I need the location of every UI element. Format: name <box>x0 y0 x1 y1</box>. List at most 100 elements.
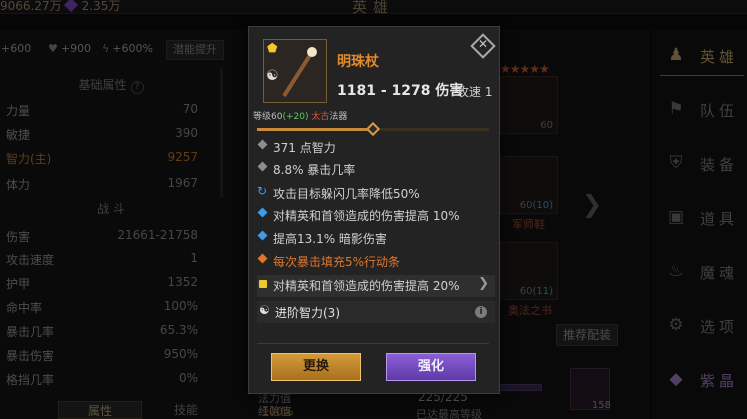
close-icon: ✕ <box>477 37 489 51</box>
stat-value: 390 <box>175 126 198 140</box>
stat-value: 1 <box>190 251 198 265</box>
gear-slot-boots[interactable]: 60(10) <box>500 156 558 214</box>
gear-slot-armor[interactable]: 60 <box>500 76 558 134</box>
info-icon[interactable]: i <box>475 306 487 318</box>
upgrade-progress <box>257 121 489 137</box>
stat-label: 护甲 <box>6 277 31 291</box>
stat-value: 1967 <box>167 176 198 190</box>
nav-item-options[interactable]: ⚙ 选项 <box>652 306 747 346</box>
nav-item-hero[interactable]: ♟ 英雄 <box>652 36 747 76</box>
help-icon[interactable]: ? <box>130 81 144 94</box>
attack-speed: 攻速 1 <box>457 85 493 99</box>
affix-text: 每次暴击填充5%行动条 <box>273 255 401 269</box>
nav-label: 魔魂 <box>700 264 739 282</box>
slot-level: 60(10) <box>520 200 553 211</box>
stat-value: 1352 <box>167 275 198 289</box>
affix-text: 371 点智力 <box>273 141 336 155</box>
currency-display: 9066.27万 2.35万 <box>0 0 120 14</box>
legendary-affix-row[interactable]: 对精英和首领造成的伤害提高 20% ❯ <box>257 275 495 297</box>
nav-label: 紫晶 <box>700 372 739 390</box>
stat-label: 格挡几率 <box>6 373 55 387</box>
item-name: 明珠杖 <box>337 54 379 70</box>
item-tier: 太古 <box>311 112 330 122</box>
buff-value: +600% <box>112 42 153 55</box>
gear-slot-book[interactable]: 60(11) <box>500 242 558 300</box>
slot-level-value: 60 <box>540 120 553 131</box>
affix-text: 8.8% 暴击几率 <box>273 163 356 177</box>
buff-row: +600 ♥ +900 ϟ +600% 潜能提升 <box>0 40 232 60</box>
stat-value: 21661-21758 <box>117 228 198 242</box>
affix-text: 提高13.1% 暗影伤害 <box>273 232 387 246</box>
slot-level: 60(11) <box>520 286 553 297</box>
nav-item-team[interactable]: ⚑ 队伍 <box>652 90 747 130</box>
slot-level: 60 <box>540 120 553 131</box>
slot-name-boots: 军师鞋 <box>512 218 545 231</box>
stats-scrollbar[interactable] <box>220 68 223 198</box>
tab-attributes[interactable]: 属性 <box>58 401 142 419</box>
nav-item-equipment[interactable]: ⛨ 装备 <box>652 144 747 184</box>
buff-value: +900 <box>60 42 92 55</box>
exp-book-item[interactable]: 158 <box>570 368 611 411</box>
swap-button[interactable]: 更换 <box>271 353 361 381</box>
nav-item-crystal[interactable]: ◆ 紫晶 <box>652 360 747 400</box>
enhance-button[interactable]: 强化 <box>386 353 476 381</box>
slot-level-value: 60 <box>519 286 533 297</box>
affix-text: 对精英和首领造成的伤害提高 20% <box>273 279 460 293</box>
stat-value: 0% <box>178 371 198 385</box>
item-detail-popup: ⬟ ☯ 明珠杖 ✕ 1181 - 1278 伤害 攻速 1 等级60(+20) … <box>248 26 500 394</box>
affix-line: 8.8% 暴击几率 <box>257 159 495 181</box>
gold-amount: 9066.27万 <box>0 0 62 13</box>
advance-row[interactable]: ☯ 进阶智力(3) i <box>257 301 495 323</box>
helmet-icon: ⛨ <box>669 153 683 173</box>
stat-value: 65.3% <box>159 323 198 337</box>
next-arrow-icon[interactable]: ❯ <box>582 190 602 218</box>
team-icon: ⚑ <box>668 99 684 119</box>
lightning-icon: ϟ <box>102 42 110 55</box>
divider <box>257 343 489 344</box>
affix-line: 对精英和首领造成的伤害提高 10% <box>257 205 495 227</box>
heart-icon: ♥ <box>48 42 58 55</box>
stat-label: 敏捷 <box>6 128 31 142</box>
tab-skills[interactable]: 技能 <box>144 401 228 419</box>
nav-label: 队伍 <box>700 102 739 120</box>
slot-name-book: 奥法之书 <box>508 304 552 317</box>
items-icon: ▣ <box>667 207 685 227</box>
hero-icon: ♟ <box>668 45 684 65</box>
stat-label: 暴击伤害 <box>6 349 55 363</box>
progress-marker-icon <box>365 121 381 137</box>
close-button[interactable]: ✕ <box>470 33 496 59</box>
stat-row: 暴击伤害 950% <box>6 345 198 365</box>
item-level-line: 等级60(+20) 太古法器 <box>253 109 347 122</box>
affix-line-reroll: ↻ 攻击目标躲闪几率降低50% <box>257 183 495 205</box>
rarity-stars: ★★★★★ <box>500 62 550 76</box>
stat-row: 护甲 1352 <box>6 273 198 293</box>
buff-health: ♥ +900 <box>48 42 91 55</box>
stat-value: 100% <box>163 299 198 313</box>
crystal-icon: ◆ <box>669 369 683 389</box>
stat-row: 力量 70 <box>6 100 198 120</box>
stat-row: 暴击几率 65.3% <box>6 321 198 341</box>
yinyang-icon: ☯ <box>266 68 279 84</box>
affix-bullet-icon <box>257 161 268 172</box>
affix-bullet-icon <box>257 207 268 218</box>
nav-item-items[interactable]: ▣ 道具 <box>652 198 747 238</box>
section-label: 基础属性 <box>78 78 127 92</box>
stat-value: 70 <box>182 102 198 116</box>
buff-attack: +600 <box>0 42 31 55</box>
left-tabs: 属性 技能 <box>58 401 228 419</box>
potential-button[interactable]: 潜能提升 <box>166 40 224 60</box>
slot-level-plus: (11) <box>532 286 553 297</box>
stat-label: 力量 <box>6 104 31 118</box>
nav-label: 装备 <box>700 156 739 174</box>
recommend-loadout-button[interactable]: 推荐配装 <box>556 324 618 346</box>
affix-bullet-icon <box>257 230 268 241</box>
stats-panel: +600 ♥ +900 ϟ +600% 潜能提升 基础属性? 力量 70 敏捷 390 … <box>0 30 232 419</box>
basic-stats-header: 基础属性? <box>0 76 222 94</box>
nav-item-soul[interactable]: ♨ 魔魂 <box>652 252 747 292</box>
legendary-gem-icon <box>259 280 267 288</box>
top-bar: 9066.27万 2.35万 英雄 <box>0 0 747 16</box>
affix-text: 对精英和首领造成的伤害提高 10% <box>273 209 460 223</box>
gem-icon <box>63 0 78 13</box>
affix-bullet-icon <box>257 253 268 264</box>
affix-bullet-icon <box>257 139 268 150</box>
